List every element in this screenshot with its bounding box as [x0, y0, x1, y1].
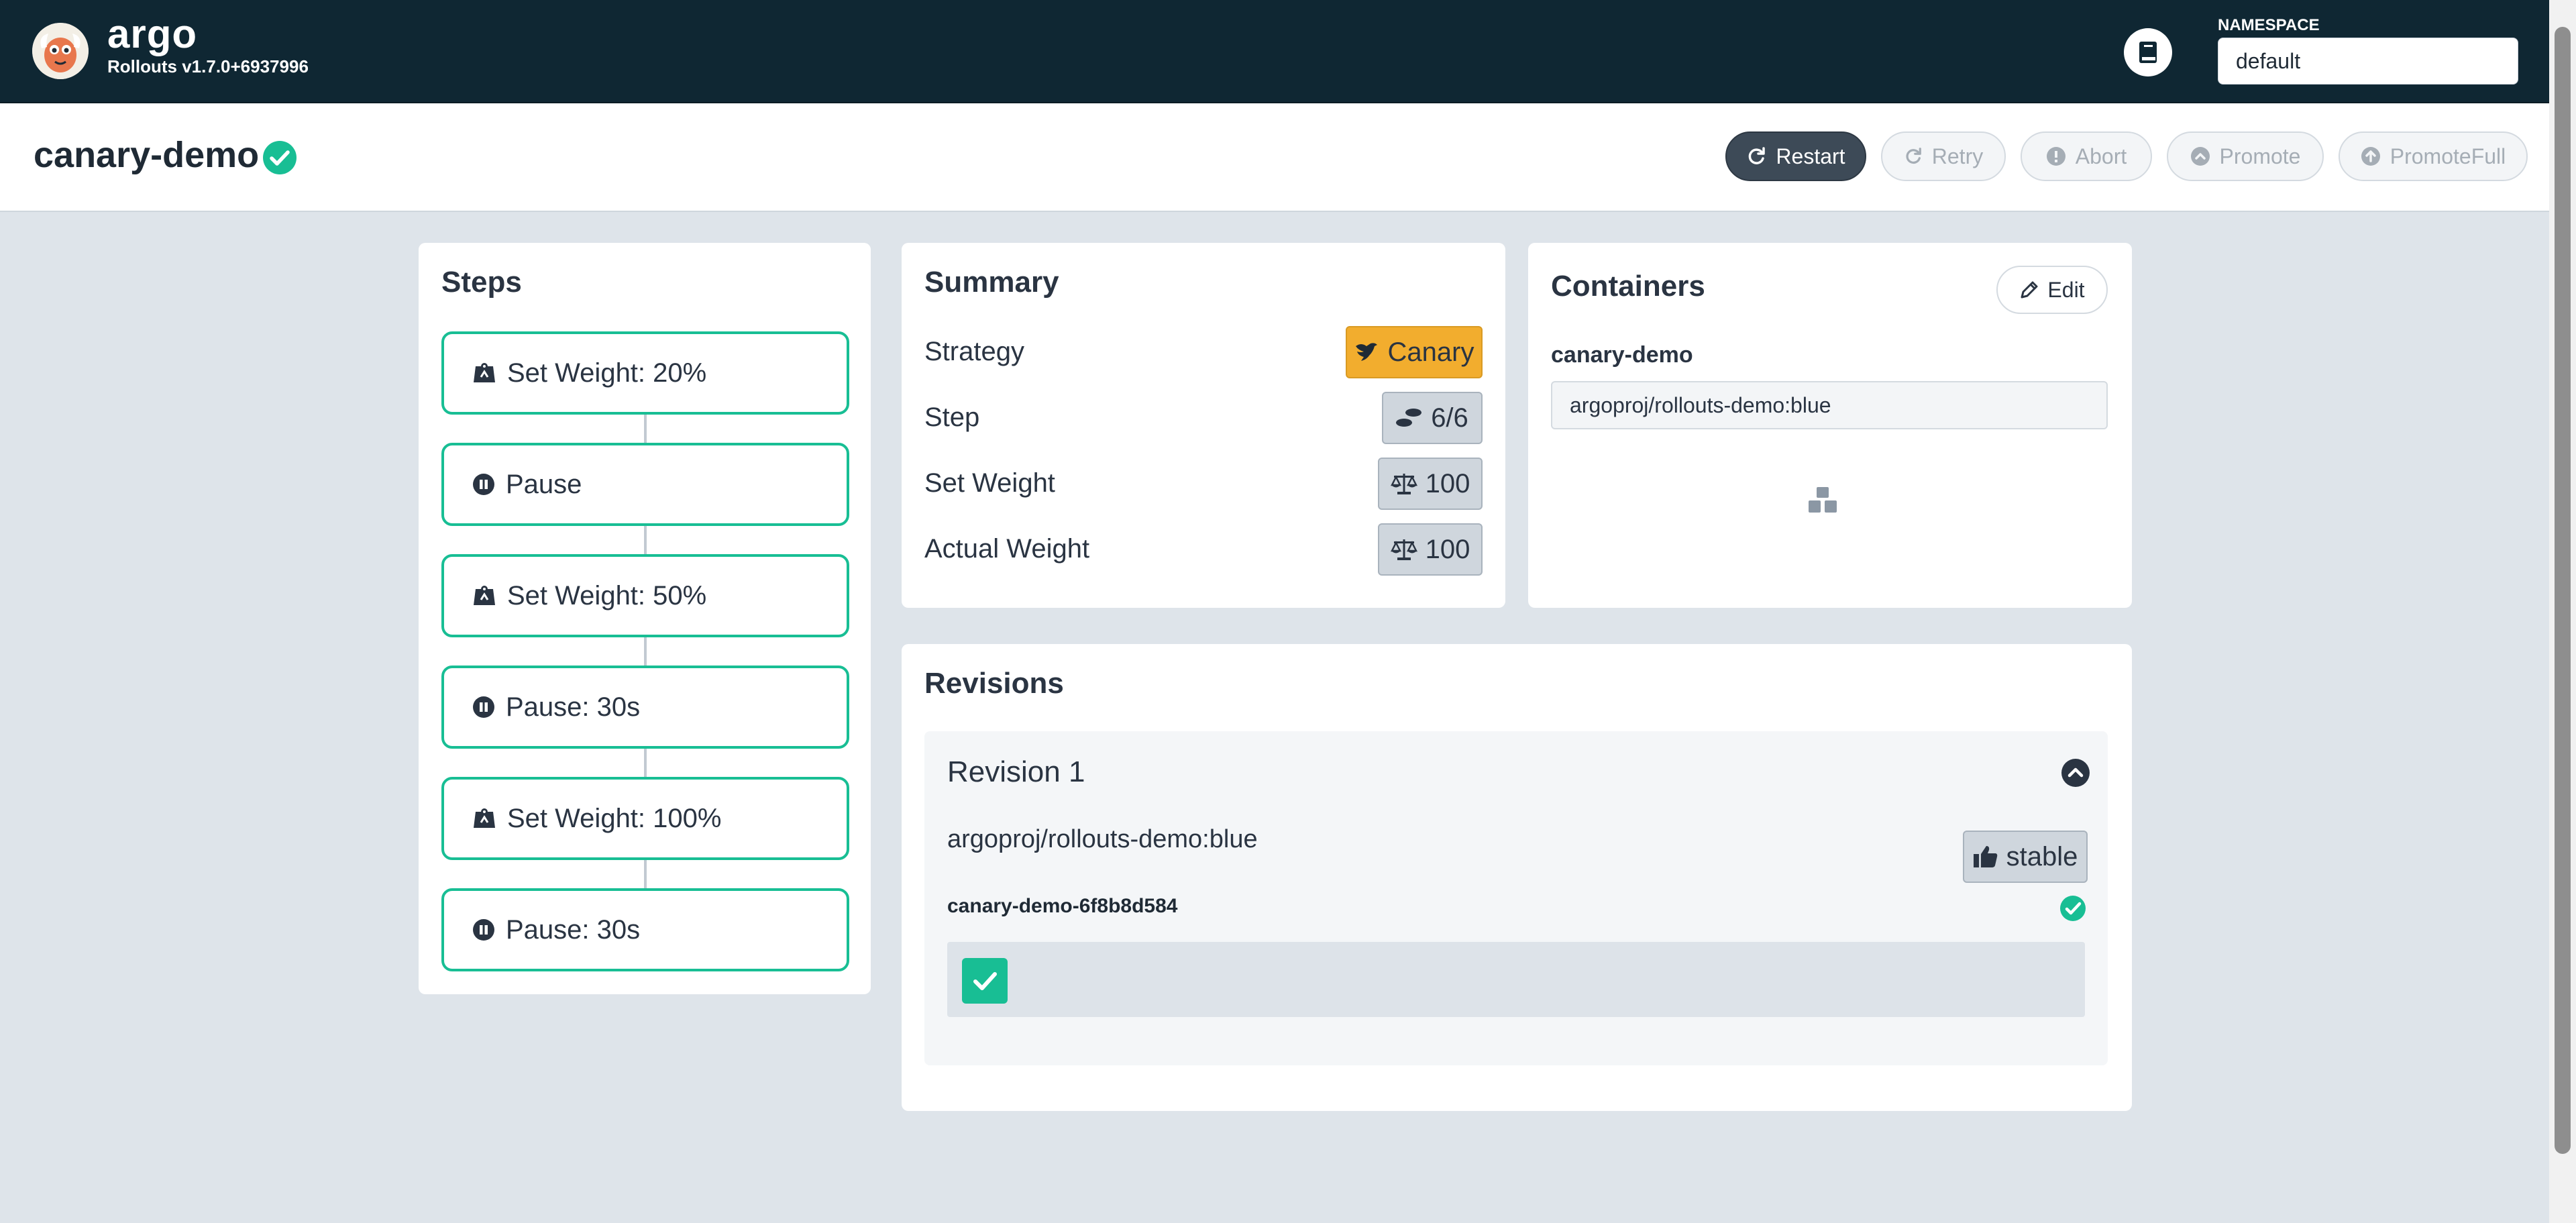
- summary-title: Summary: [924, 266, 1059, 299]
- book-icon: [2139, 42, 2157, 63]
- step-label: Pause: 30s: [506, 692, 641, 722]
- healthy-check-icon: [263, 141, 297, 174]
- step-connector: [644, 415, 647, 443]
- replicaset-name: canary-demo-6f8b8d584: [947, 895, 1178, 917]
- steps-card: Steps Set Weight: 20% Pause Set Weight: …: [419, 243, 871, 994]
- step-item[interactable]: Set Weight: 100%: [441, 777, 849, 860]
- revision-title: Revision 1: [947, 755, 1085, 788]
- container-name: canary-demo: [1551, 342, 1693, 368]
- step-connector: [644, 860, 647, 888]
- step-label: Pause: [506, 469, 582, 499]
- step-item[interactable]: Set Weight: 50%: [441, 554, 849, 637]
- step-label: Pause: 30s: [506, 914, 641, 945]
- page-title: canary-demo: [34, 135, 260, 175]
- step-value: 6/6: [1431, 403, 1468, 433]
- top-bar: argo Rollouts v1.7.0+6937996 NAMESPACE d…: [0, 0, 2549, 103]
- revision-panel: Revision 1 argoproj/rollouts-demo:blue s…: [924, 731, 2108, 1065]
- arrow-circle-up-icon: [2361, 147, 2380, 166]
- pause-icon: [473, 919, 494, 941]
- revisions-title: Revisions: [924, 667, 1064, 700]
- actual-weight-label: Actual Weight: [924, 534, 1090, 564]
- promote-full-button[interactable]: PromoteFull: [2339, 131, 2528, 181]
- stable-badge: stable: [1963, 831, 2088, 883]
- set-weight-badge: 100: [1378, 458, 1483, 510]
- step-label: Set Weight: 50%: [507, 580, 707, 610]
- step-item[interactable]: Pause: 30s: [441, 666, 849, 749]
- restart-button[interactable]: Restart: [1725, 131, 1866, 181]
- scrollbar-thumb[interactable]: [2555, 27, 2571, 1154]
- promote-full-label: PromoteFull: [2390, 144, 2506, 168]
- restart-label: Restart: [1776, 144, 1845, 168]
- revisions-card: Revisions Revision 1 argoproj/rollouts-d…: [902, 644, 2132, 1111]
- weight-icon: [474, 808, 495, 828]
- retry-button[interactable]: Retry: [1881, 131, 2006, 181]
- promote-button[interactable]: Promote: [2167, 131, 2324, 181]
- step-badge: 6/6: [1382, 392, 1483, 444]
- actual-weight-badge: 100: [1378, 523, 1483, 576]
- step-item[interactable]: Pause: 30s: [441, 888, 849, 971]
- weight-icon: [474, 363, 495, 382]
- brand-name: argo: [107, 11, 198, 56]
- step-connector: [644, 749, 647, 777]
- retry-label: Retry: [1931, 144, 1984, 168]
- abort-button[interactable]: Abort: [2021, 131, 2152, 181]
- container-image-field[interactable]: argoproj/rollouts-demo:blue: [1551, 381, 2108, 429]
- step-label: Step: [924, 403, 980, 432]
- step-item[interactable]: Pause: [441, 443, 849, 526]
- chevron-circle-up-icon: [2190, 147, 2210, 166]
- containers-title: Containers: [1551, 270, 1705, 303]
- set-weight-value: 100: [1425, 468, 1470, 498]
- chevron-up-icon[interactable]: [2061, 758, 2090, 788]
- edit-button[interactable]: Edit: [1996, 266, 2108, 314]
- pause-icon: [473, 696, 494, 718]
- set-weight-label: Set Weight: [924, 468, 1055, 498]
- balance-scale-icon: [1390, 539, 1417, 560]
- summary-card: Summary Strategy Canary Step 6/6 Set Wei…: [902, 243, 1505, 608]
- revision-image: argoproj/rollouts-demo:blue: [947, 825, 1258, 853]
- canary-bird-icon: [1355, 343, 1377, 361]
- shoe-prints-icon: [1396, 409, 1422, 427]
- weight-icon: [474, 586, 495, 605]
- version-label: Rollouts v1.7.0+6937996: [107, 56, 309, 76]
- containers-card: Containers Edit canary-demo argoproj/rol…: [1528, 243, 2132, 608]
- strategy-badge: Canary: [1346, 326, 1483, 378]
- step-connector: [644, 637, 647, 666]
- cubes-icon: [1809, 487, 1837, 513]
- redo-icon: [1906, 148, 1921, 164]
- step-connector: [644, 526, 647, 554]
- namespace-input[interactable]: default: [2218, 38, 2518, 85]
- step-label: Set Weight: 100%: [507, 803, 722, 833]
- steps-title: Steps: [441, 266, 522, 299]
- page-header: canary-demo Restart Retry Abort Promote: [0, 103, 2549, 212]
- step-label: Set Weight: 20%: [507, 358, 707, 388]
- check-icon: [973, 972, 997, 990]
- edit-label: Edit: [2047, 277, 2085, 302]
- balance-scale-icon: [1390, 474, 1417, 494]
- namespace-label: NAMESPACE: [2218, 16, 2320, 34]
- argo-logo[interactable]: [32, 23, 89, 79]
- pods-bar: [947, 942, 2085, 1017]
- strategy-label: Strategy: [924, 337, 1024, 366]
- pod-status[interactable]: [962, 958, 1008, 1004]
- step-item[interactable]: Set Weight: 20%: [441, 331, 849, 415]
- promote-label: Promote: [2219, 144, 2301, 168]
- thumbs-up-icon: [1973, 846, 1997, 867]
- actual-weight-value: 100: [1425, 534, 1470, 564]
- exclamation-circle-icon: [2046, 147, 2065, 166]
- refresh-icon: [1749, 147, 1766, 164]
- pause-icon: [473, 474, 494, 495]
- docs-button[interactable]: [2124, 28, 2172, 76]
- stable-label: stable: [2006, 841, 2078, 871]
- abort-label: Abort: [2075, 144, 2127, 168]
- healthy-check-icon: [2060, 896, 2086, 921]
- strategy-value: Canary: [1387, 337, 1474, 367]
- pencil-icon: [2021, 281, 2038, 299]
